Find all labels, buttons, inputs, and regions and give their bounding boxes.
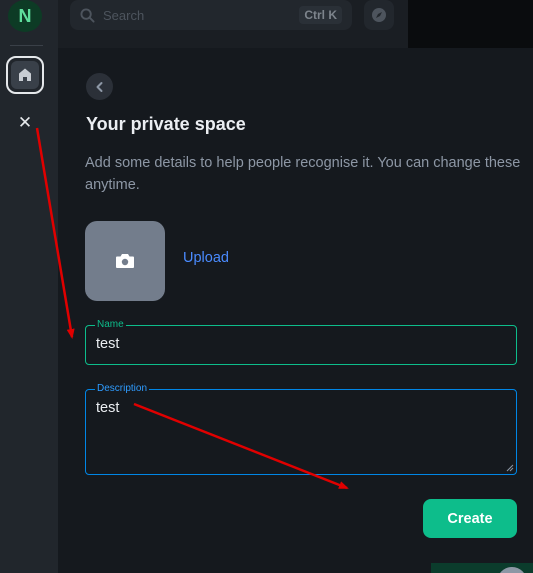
home-space-button[interactable] (6, 56, 44, 94)
camera-icon (116, 254, 134, 268)
dialog-description: Add some details to help people recognis… (85, 155, 521, 193)
rail-divider (10, 45, 43, 46)
resize-grip-icon[interactable] (506, 464, 514, 472)
user-avatar[interactable]: N (8, 0, 42, 32)
chevron-left-icon (96, 81, 102, 92)
compass-icon (372, 8, 386, 22)
dialog-title: Your private space (86, 114, 246, 134)
close-icon[interactable]: ✕ (14, 112, 36, 134)
space-name-field[interactable]: Name test (85, 319, 517, 365)
name-field-value: test (96, 336, 120, 352)
description-field-value: test (96, 400, 120, 416)
main-view-backdrop (408, 0, 533, 48)
back-button[interactable] (86, 73, 113, 100)
create-button[interactable]: Create (423, 499, 517, 538)
home-icon (19, 68, 31, 81)
search-placeholder: Search (103, 7, 145, 23)
search-bar[interactable]: Search Ctrl K (70, 0, 352, 30)
description-field-label: Description (95, 383, 150, 395)
space-description-field[interactable]: Description test (85, 383, 517, 475)
space-avatar-upload[interactable] (85, 221, 165, 301)
upload-link[interactable]: Upload (183, 250, 229, 266)
create-space-dialog: Your private space Add some details to h… (60, 48, 533, 573)
search-shortcut: Ctrl K (299, 6, 342, 24)
space-rail: N ✕ (0, 0, 58, 573)
search-icon (80, 7, 95, 23)
app-root: N ✕ Search Ctrl K Your private space Add… (0, 0, 533, 573)
name-field-label: Name (95, 319, 126, 331)
explore-rooms-button[interactable] (364, 0, 394, 30)
